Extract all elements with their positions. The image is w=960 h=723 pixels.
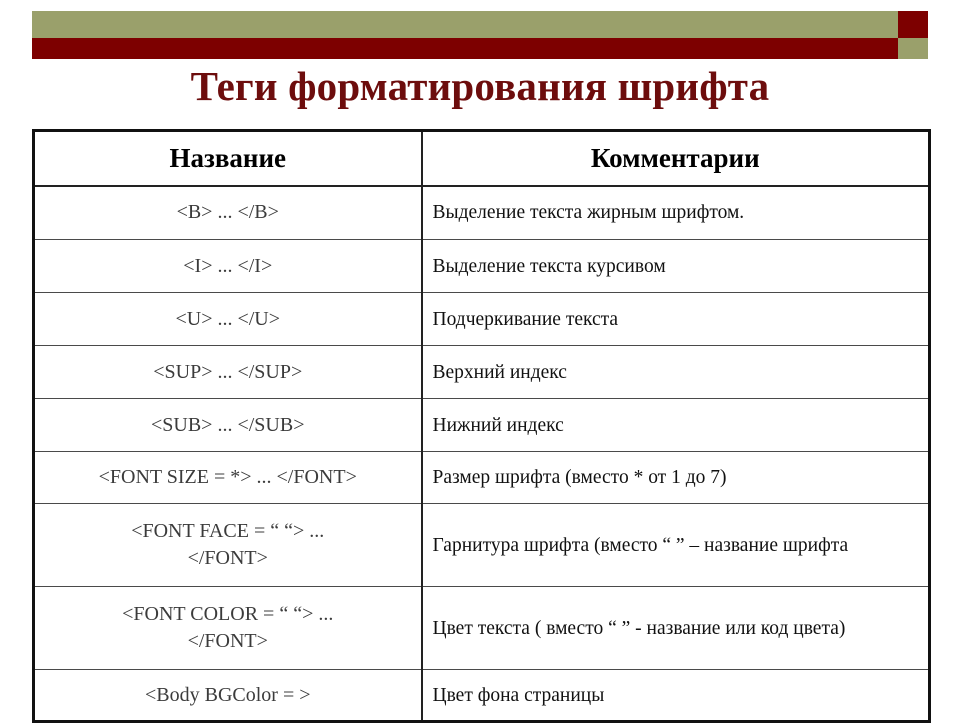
table-row: <FONT FACE = “ “> ... </FONT> Гарнитура … [33,503,930,587]
decoration-bar-red [32,38,898,59]
table-row: <B> ... </B> Выделение текста жирным шри… [33,185,930,240]
column-header-comment-label: Комментарии [590,143,760,174]
table-row: <FONT COLOR = “ “> ... </FONT> Цвет текс… [33,586,930,670]
tag-comment-cell: Гарнитура шрифта (вместо “ ” – название … [421,503,930,587]
tags-table: Название Комментарии <B> ... </B> Выделе… [32,129,931,723]
tag-name-cell: <FONT SIZE = *> ... </FONT> [33,451,423,504]
tag-name-label: <FONT FACE = “ “> ... </FONT> [131,520,325,569]
table-row: <U> ... </U> Подчеркивание текста [33,292,930,346]
tag-name-cell: <SUP> ... </SUP> [33,345,423,399]
tag-name-label: <SUP> ... </SUP> [153,360,303,383]
tag-comment-cell: Цвет текста ( вместо “ ” - название или … [421,586,930,670]
tag-name-cell: <FONT FACE = “ “> ... </FONT> [33,503,423,587]
table-row: <SUP> ... </SUP> Верхний индекс [33,345,930,399]
tag-comment-label: Цвет текста ( вместо “ ” - название или … [432,617,846,639]
tag-comment-label: Выделение текста жирным шрифтом. [432,202,745,224]
page-title: Теги форматирования шрифта [190,63,770,109]
decoration-square-green [898,38,928,59]
slide: Теги форматирования шрифта Название Комм… [0,0,960,723]
tag-comment-label: Нижний индекс [432,414,564,436]
tag-name-cell: <U> ... </U> [33,292,423,346]
table-row: <SUB> ... </SUB> Нижний индекс [33,398,930,452]
tag-name-cell: <Body BGColor = > [33,669,423,722]
tag-name-label: <U> ... </U> [175,307,281,330]
tag-name-cell: <FONT COLOR = “ “> ... </FONT> [33,586,423,670]
tag-name-label: <Body BGColor = > [144,683,311,706]
header-decoration [32,11,928,59]
tag-name-label: <SUB> ... </SUB> [151,413,305,436]
table-header-row: Название Комментарии [33,130,930,187]
tag-comment-label: Выделение текста курсивом [432,255,666,277]
tag-name-cell: <B> ... </B> [33,185,423,240]
tag-name-cell: <SUB> ... </SUB> [33,398,423,452]
table-row: <I> ... </I> Выделение текста курсивом [33,239,930,293]
tag-comment-cell: Верхний индекс [421,345,930,399]
tag-comment-label: Гарнитура шрифта (вместо “ ” – название … [432,534,849,556]
tag-name-cell: <I> ... </I> [33,239,423,293]
tag-comment-label: Подчеркивание текста [432,308,619,330]
table-row: <Body BGColor = > Цвет фона страницы [33,669,930,722]
tag-comment-label: Размер шрифта (вместо * от 1 до 7) [432,467,727,488]
column-header-comment: Комментарии [421,130,930,187]
tag-name-label: <B> ... </B> [176,201,279,224]
column-header-name: Название [33,130,423,187]
tag-comment-cell: Подчеркивание текста [421,292,930,346]
decoration-square-red [898,11,928,38]
column-header-name-label: Название [169,143,287,174]
tag-comment-cell: Нижний индекс [421,398,930,452]
tag-comment-cell: Размер шрифта (вместо * от 1 до 7) [421,451,930,504]
tag-comment-label: Верхний индекс [432,361,567,383]
tag-comment-cell: Цвет фона страницы [421,669,930,722]
tag-comment-cell: Выделение текста жирным шрифтом. [421,185,930,240]
tags-table-wrapper: Название Комментарии <B> ... </B> Выделе… [32,129,931,723]
tag-name-label: <FONT SIZE = *> ... </FONT> [98,466,357,488]
decoration-bar-green [32,11,898,38]
tag-comment-cell: Выделение текста курсивом [421,239,930,293]
tag-name-label: <I> ... </I> [183,254,273,277]
tag-name-label: <FONT COLOR = “ “> ... </FONT> [122,603,334,652]
table-row: <FONT SIZE = *> ... </FONT> Размер шрифт… [33,451,930,504]
tag-comment-label: Цвет фона страницы [432,684,605,706]
